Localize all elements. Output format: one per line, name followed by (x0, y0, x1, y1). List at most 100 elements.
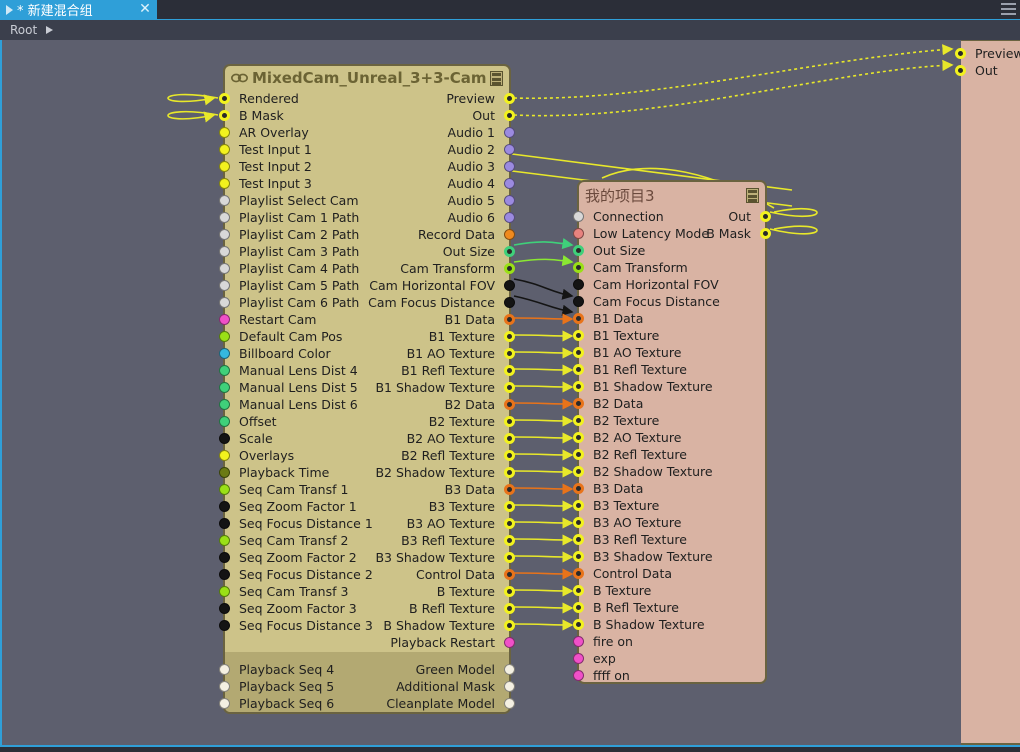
port-row[interactable]: B3 Texture (573, 497, 765, 514)
port-row[interactable]: Cam Horizontal FOV (225, 277, 515, 294)
port-row[interactable]: exp (573, 650, 765, 667)
port-out[interactable] (504, 127, 515, 138)
port-row[interactable]: Control Data (225, 566, 515, 583)
port-out[interactable] (504, 365, 515, 376)
port-out[interactable] (504, 416, 515, 427)
tab-new-composite-group[interactable]: * 新建混合组 ✕ (0, 0, 157, 19)
port-row[interactable]: Green Model (225, 661, 515, 678)
port-row[interactable]: Audio 3 (225, 158, 515, 175)
port-row[interactable]: B Shadow Texture (225, 617, 515, 634)
port-out[interactable] (504, 246, 515, 257)
port-out[interactable] (760, 228, 771, 239)
port-row[interactable]: B2 Texture (573, 412, 765, 429)
port-row[interactable]: B2 Texture (225, 413, 515, 430)
port-in[interactable] (573, 364, 584, 375)
port-in[interactable] (573, 517, 584, 528)
burger-icon[interactable] (490, 70, 503, 86)
port-out[interactable] (504, 620, 515, 631)
port-in[interactable] (573, 653, 584, 664)
port-row[interactable]: B3 Texture (225, 498, 515, 515)
port-row[interactable]: Out (579, 208, 771, 225)
port-out[interactable] (504, 681, 515, 692)
port-out[interactable] (504, 450, 515, 461)
port-row[interactable]: Cleanplate Model (225, 695, 515, 712)
port-in[interactable] (955, 48, 966, 59)
port-row[interactable]: B1 Shadow Texture (573, 378, 765, 395)
port-out[interactable] (504, 501, 515, 512)
port-row[interactable]: Audio 4 (225, 175, 515, 192)
hamburger-icon[interactable] (1001, 3, 1016, 16)
port-in[interactable] (573, 500, 584, 511)
port-out[interactable] (504, 93, 515, 104)
port-in[interactable] (573, 670, 584, 681)
port-out[interactable] (504, 161, 515, 172)
port-row[interactable]: Record Data (225, 226, 515, 243)
port-row[interactable]: Additional Mask (225, 678, 515, 695)
port-row[interactable]: Preview (955, 45, 1020, 62)
port-in[interactable] (573, 585, 584, 596)
burger-icon-2[interactable] (746, 187, 759, 203)
port-row[interactable]: B Mask (579, 225, 771, 242)
port-in[interactable] (573, 636, 584, 647)
port-row[interactable]: B3 Refl Texture (573, 531, 765, 548)
port-in[interactable] (573, 449, 584, 460)
port-row[interactable]: B3 Data (225, 481, 515, 498)
port-out[interactable] (504, 280, 515, 291)
port-row[interactable]: B3 Data (573, 480, 765, 497)
port-out[interactable] (504, 484, 515, 495)
port-row[interactable]: B1 Refl Texture (225, 362, 515, 379)
port-row[interactable]: B Texture (225, 583, 515, 600)
port-row[interactable]: fire on (573, 633, 765, 650)
port-row[interactable]: B3 Shadow Texture (225, 549, 515, 566)
port-in[interactable] (573, 602, 584, 613)
port-row[interactable]: B1 Texture (573, 327, 765, 344)
port-in[interactable] (573, 262, 584, 273)
port-row[interactable]: B1 AO Texture (573, 344, 765, 361)
port-row[interactable]: B3 AO Texture (225, 515, 515, 532)
port-row[interactable]: B2 Shadow Texture (573, 463, 765, 480)
port-out[interactable] (504, 195, 515, 206)
port-row[interactable]: Control Data (573, 565, 765, 582)
port-row[interactable]: B2 AO Texture (225, 430, 515, 447)
port-in[interactable] (573, 619, 584, 630)
port-in[interactable] (573, 347, 584, 358)
port-out[interactable] (504, 698, 515, 709)
port-in[interactable] (573, 398, 584, 409)
port-row[interactable]: B2 Shadow Texture (225, 464, 515, 481)
node-edge-partial[interactable]: Preview Out (955, 40, 1020, 745)
port-in[interactable] (573, 245, 584, 256)
port-row[interactable]: B Refl Texture (225, 600, 515, 617)
port-row[interactable]: B3 Refl Texture (225, 532, 515, 549)
port-out[interactable] (504, 382, 515, 393)
port-out[interactable] (504, 331, 515, 342)
port-in[interactable] (573, 568, 584, 579)
port-out[interactable] (504, 569, 515, 580)
port-row[interactable]: Audio 5 (225, 192, 515, 209)
port-row[interactable]: B1 Shadow Texture (225, 379, 515, 396)
port-row[interactable]: B2 Refl Texture (225, 447, 515, 464)
port-row[interactable]: ffff on (573, 667, 765, 684)
port-row[interactable]: B2 Data (573, 395, 765, 412)
port-out[interactable] (504, 144, 515, 155)
port-row[interactable]: B Shadow Texture (573, 616, 765, 633)
port-in[interactable] (573, 279, 584, 290)
port-in[interactable] (573, 313, 584, 324)
close-icon[interactable]: ✕ (138, 2, 152, 16)
port-row[interactable]: B1 Data (225, 311, 515, 328)
port-in[interactable] (573, 466, 584, 477)
graph-canvas[interactable]: MixedCam_Unreal_3+3-Cam Rendered B Mask AR… (0, 40, 1020, 745)
port-row[interactable]: Out (225, 107, 515, 124)
node-my-project-3[interactable]: 我的项目3 Connection Low Latency Mode Out Size… (573, 180, 771, 684)
port-row[interactable]: Audio 2 (225, 141, 515, 158)
port-out[interactable] (504, 297, 515, 308)
port-out[interactable] (504, 552, 515, 563)
port-in[interactable] (573, 415, 584, 426)
port-in[interactable] (573, 551, 584, 562)
port-row[interactable]: Cam Transform (225, 260, 515, 277)
port-in[interactable] (573, 483, 584, 494)
port-out[interactable] (504, 603, 515, 614)
breadcrumb-root[interactable]: Root (10, 23, 37, 37)
port-row[interactable]: B2 AO Texture (573, 429, 765, 446)
port-out[interactable] (504, 467, 515, 478)
port-out[interactable] (504, 399, 515, 410)
